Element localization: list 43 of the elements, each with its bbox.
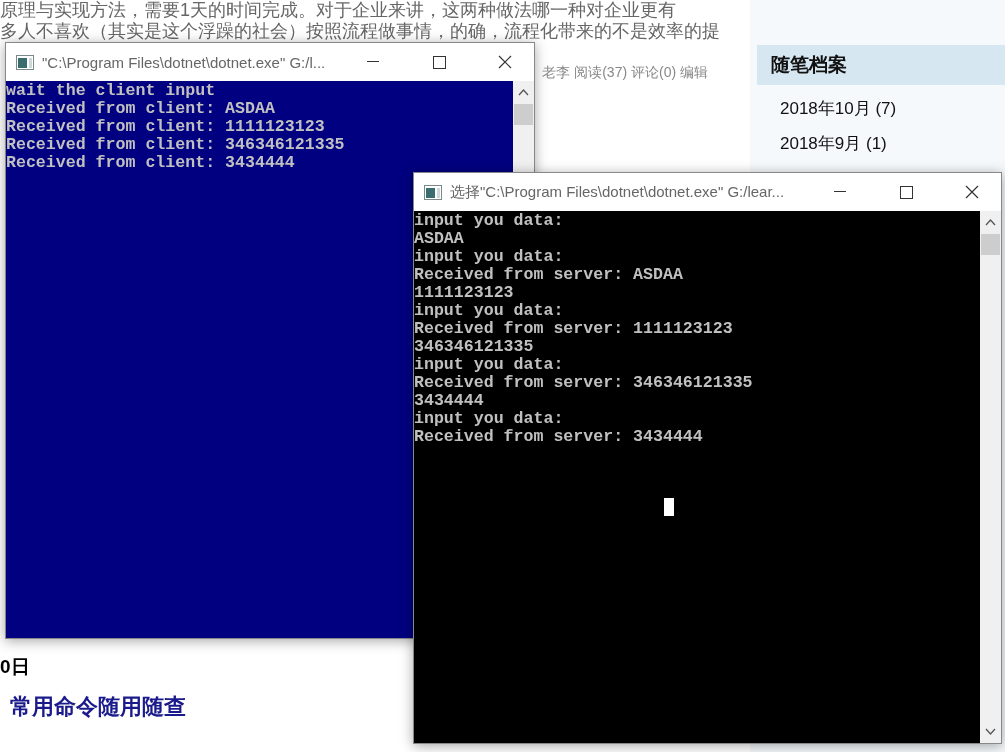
sidebar-heading: 随笔档案 [757, 45, 1005, 85]
post-date: 0日 [0, 655, 30, 679]
console-line: Received from client: ASDAA [6, 100, 276, 118]
console-icon [16, 54, 34, 70]
console-line: input you data: [414, 356, 565, 374]
maximize-icon [432, 55, 446, 69]
article-text: 多人不喜欢（其实是这个浮躁的社会）按照流程做事情，的确，流程化带来的不是效率的提 [0, 21, 720, 42]
archive-link[interactable]: 2018年10月 (7) [750, 91, 1005, 126]
console-line: wait the client input [6, 82, 217, 100]
close-icon [498, 55, 512, 69]
console-line: input you data: [414, 410, 565, 428]
scroll-up-icon[interactable] [518, 89, 529, 96]
minimize-icon [834, 191, 846, 193]
console-line: Received from client: 1111123123 [6, 118, 326, 136]
close-icon [965, 185, 979, 199]
console-line: Received from server: 3434444 [414, 428, 704, 446]
minimize-icon [367, 61, 379, 63]
console-line: Received from server: 346346121335 [414, 374, 754, 392]
console-line: ASDAA [414, 230, 465, 248]
console-line: input you data: [414, 302, 565, 320]
console-line: input you data: [414, 212, 565, 230]
console-line: 3434444 [414, 392, 485, 410]
console-line: Received from server: ASDAA [414, 266, 684, 284]
console-line: Received from client: 3434444 [6, 154, 296, 172]
scrollbar[interactable] [513, 81, 534, 172]
article-text: 原理与实现方法，需要1天的时间完成。对于企业来讲，这两种做法哪一种对企业更有 [0, 0, 676, 21]
post-meta: 老李 阅读(37) 评论(0) 编辑 [542, 64, 708, 82]
scrollbar[interactable] [980, 211, 1001, 743]
console-icon [424, 184, 442, 200]
console-line: 1111123123 [414, 284, 515, 302]
console-line: Received from client: 346346121335 [6, 136, 346, 154]
scroll-down-icon[interactable] [985, 728, 996, 735]
console-line: Received from server: 1111123123 [414, 320, 734, 338]
scroll-thumb[interactable] [981, 234, 1000, 255]
window-title: "C:\Program Files\dotnet\dotnet.exe" G:/l... [42, 53, 327, 71]
maximize-icon [899, 185, 913, 199]
console-line: 346346121335 [414, 338, 535, 356]
scroll-thumb[interactable] [514, 104, 533, 125]
archive-link[interactable]: 2018年9月 (1) [750, 126, 1005, 161]
post-title-link[interactable]: 常用命令随用随查 [10, 692, 186, 722]
console-line: input you data: [414, 248, 565, 266]
scroll-up-icon[interactable] [985, 219, 996, 226]
window-title: 选择"C:\Program Files\dotnet\dotnet.exe" G:/lear... [450, 182, 786, 202]
